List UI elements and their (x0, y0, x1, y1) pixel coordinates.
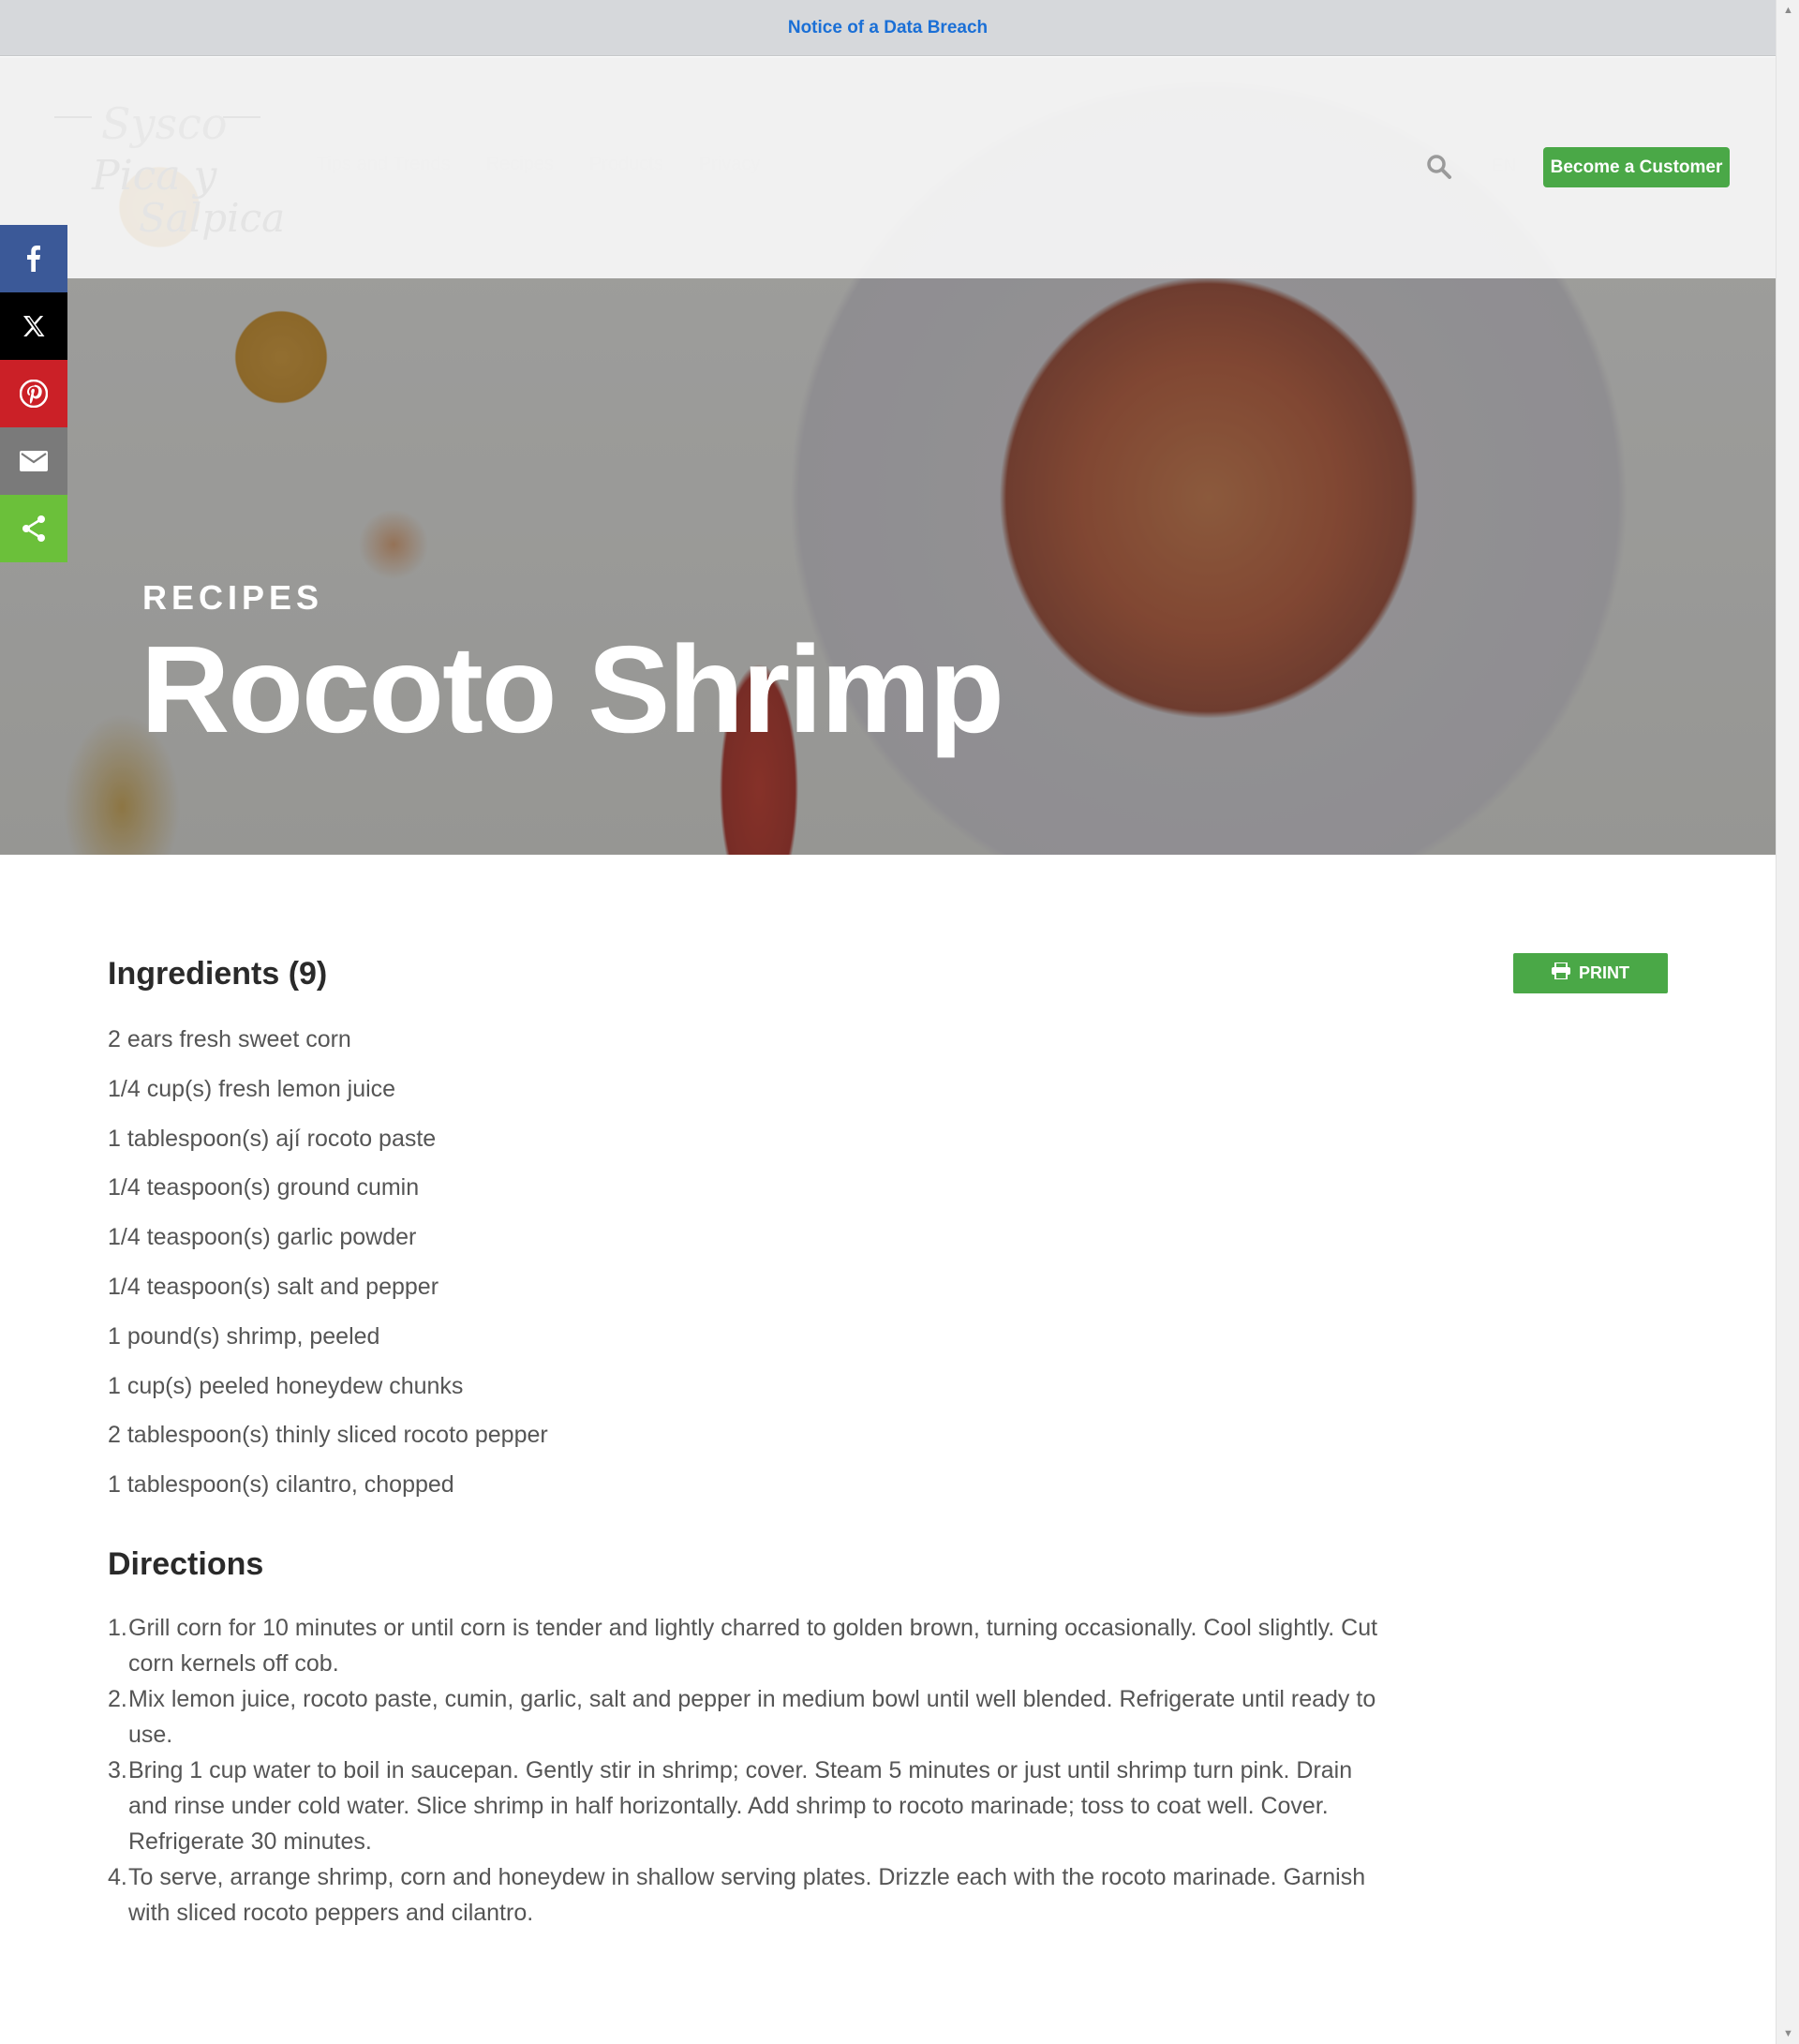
print-label: PRINT (1579, 963, 1629, 982)
nav-item-privacy[interactable]: Privacy (699, 154, 761, 175)
language-selector[interactable]: EN (1492, 157, 1516, 177)
step-text: Mix lemon juice, rocoto paste, cumin, ga… (128, 1686, 1376, 1748)
main-nav: Tips and Trends Recipes Products Privacy (317, 154, 760, 175)
notice-bar: Notice of a Data Breach (0, 0, 1776, 56)
direction-step: 4. To serve, arrange shrimp, corn and hon… (108, 1859, 1382, 1931)
facebook-icon (26, 246, 41, 272)
page-title: Rocoto Shrimp (141, 620, 1004, 758)
ingredients-list: 2 ears fresh sweet corn 1/4 cup(s) fresh… (108, 1023, 548, 1518)
share-pinterest-button[interactable] (0, 360, 67, 427)
scroll-up-arrow-icon[interactable]: ▲ (1777, 0, 1799, 21)
share-bar (0, 225, 67, 562)
page-scrollbar[interactable]: ▲ ▼ (1776, 0, 1799, 2044)
share-icon (21, 515, 47, 543)
list-item: 2 ears fresh sweet corn (108, 1026, 351, 1052)
nav-item-products[interactable]: Products (589, 154, 663, 175)
step-text: To serve, arrange shrimp, corn and honey… (128, 1864, 1366, 1926)
logo-rule-left (54, 116, 92, 118)
printer-icon (1552, 962, 1570, 984)
logo-rule-right (223, 116, 260, 118)
share-x-button[interactable] (0, 292, 67, 360)
direction-step: 2. Mix lemon juice, rocoto paste, cumin, … (108, 1681, 1382, 1753)
list-item: 1 tablespoon(s) ají rocoto paste (108, 1125, 437, 1152)
step-number: 4. (108, 1864, 127, 1890)
nav-item-tips-and-trends[interactable]: Tips and Trends (317, 154, 451, 175)
step-number: 1. (108, 1615, 127, 1641)
list-item: 1 cup(s) peeled honeydew chunks (108, 1372, 464, 1399)
list-item: 1 tablespoon(s) cilantro, chopped (108, 1471, 454, 1499)
list-item: 1/4 cup(s) fresh lemon juice (108, 1075, 396, 1102)
share-more-button[interactable] (0, 495, 67, 562)
nav-item-recipes[interactable]: Recipes (486, 154, 554, 175)
print-button[interactable]: PRINT (1513, 953, 1668, 993)
email-icon (20, 451, 48, 471)
ingredients-heading: Ingredients (9) (108, 956, 328, 992)
become-customer-button[interactable]: Become a Customer (1543, 147, 1730, 187)
logo-line-1: Sysco (101, 98, 228, 149)
direction-step: 1. Grill corn for 10 minutes or until cor… (108, 1610, 1382, 1681)
pinterest-icon (20, 380, 48, 408)
data-breach-notice-link[interactable]: Notice of a Data Breach (788, 18, 988, 38)
list-item: 1 pound(s) shrimp, peeled (108, 1322, 380, 1350)
x-icon (22, 314, 46, 338)
directions-list: 1. Grill corn for 10 minutes or until cor… (108, 1610, 1382, 1931)
step-text: Grill corn for 10 minutes or until corn … (128, 1615, 1378, 1677)
logo-line-3: Salpica (139, 195, 286, 241)
list-item: 2 tablespoon(s) thinly sliced rocoto pep… (108, 1422, 548, 1449)
list-item: 1/4 teaspoon(s) ground cumin (108, 1174, 420, 1201)
logo-line-2: Pica y (92, 152, 217, 200)
directions-heading: Directions (108, 1546, 264, 1582)
search-icon[interactable] (1426, 154, 1452, 180)
site-logo[interactable]: Sysco Pica y Salpica (54, 94, 285, 244)
share-facebook-button[interactable] (0, 225, 67, 292)
step-text: Bring 1 cup water to boil in saucepan. G… (128, 1757, 1353, 1855)
step-number: 2. (108, 1686, 127, 1712)
list-item: 1/4 teaspoon(s) garlic powder (108, 1224, 417, 1251)
direction-step: 3. Bring 1 cup water to boil in saucepan.… (108, 1753, 1382, 1859)
hero-category-label: RECIPES (142, 578, 324, 617)
scroll-down-arrow-icon[interactable]: ▼ (1777, 2023, 1799, 2044)
step-number: 3. (108, 1757, 127, 1783)
share-email-button[interactable] (0, 427, 67, 495)
list-item: 1/4 teaspoon(s) salt and pepper (108, 1273, 439, 1300)
